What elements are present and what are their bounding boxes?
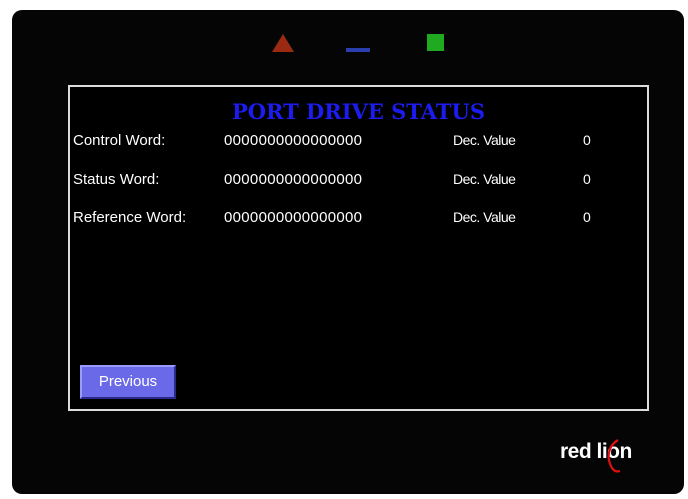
page-title: PORT DRIVE STATUS [231,99,486,124]
binary-value: 0000000000000000 [224,171,363,188]
dec-value-label: Dec. Value [453,132,516,148]
dec-value: 0 [583,209,591,225]
row-label: Control Word: [73,132,166,149]
previous-button[interactable]: Previous [80,365,176,399]
dec-value: 0 [583,171,591,187]
dec-value: 0 [583,132,591,148]
row-label: Reference Word: [73,209,187,226]
blue-bar-indicator-icon [346,48,370,52]
row-label: Status Word: [73,171,160,188]
binary-value: 0000000000000000 [224,132,363,149]
binary-value: 0000000000000000 [224,209,363,226]
logo-swoosh-icon [607,439,621,473]
dec-value-label: Dec. Value [453,171,516,187]
green-square-indicator-icon [427,34,444,51]
display-screen: PORT DRIVE STATUS Control Word: 00000000… [68,85,649,411]
dec-value-label: Dec. Value [453,209,516,225]
red-triangle-indicator-icon [272,34,294,52]
